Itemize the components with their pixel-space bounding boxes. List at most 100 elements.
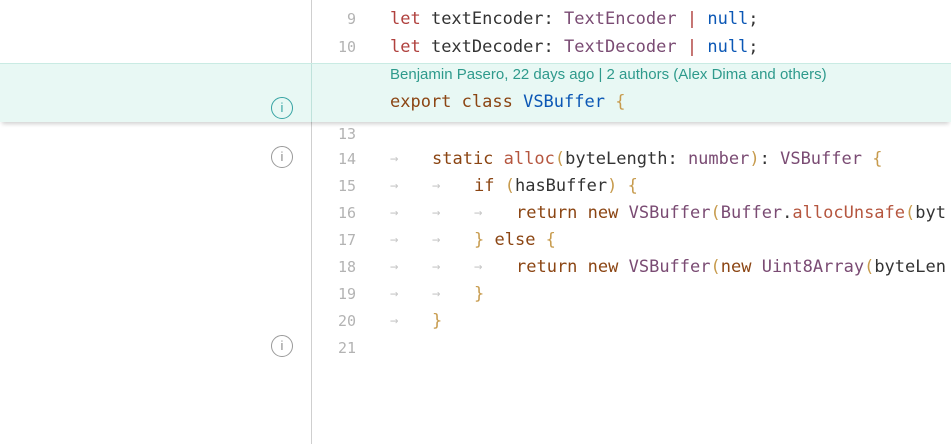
code-text: return new VSBuffer(new Uint8Array(byteL… xyxy=(516,254,946,281)
code-token: VSBuffer xyxy=(780,149,862,169)
code-token: byteLength xyxy=(565,149,668,169)
code-token: . xyxy=(782,203,793,223)
code-line[interactable]: 14 → static alloc(byteLength: number): VSB… xyxy=(0,146,951,173)
indent-arrow-icon: → xyxy=(432,286,441,302)
line-number: 13 xyxy=(337,125,356,143)
code-token: ) xyxy=(749,149,760,169)
code-token: : xyxy=(543,37,565,57)
code-text: let textEncoder: TextEncoder | null; xyxy=(390,6,759,33)
indent-arrow-icon: → xyxy=(390,151,399,167)
code-token: null xyxy=(707,37,749,57)
code-token: VSBuffer xyxy=(628,257,711,277)
code-token: } xyxy=(474,230,495,250)
code-token: } xyxy=(432,311,443,331)
line-number: 17 xyxy=(337,231,356,249)
code-token: ; xyxy=(748,9,759,29)
code-token: let xyxy=(390,37,431,57)
git-blame-annotation[interactable]: Benjamin Pasero, 22 days ago | 2 authors… xyxy=(390,66,827,83)
code-token: ) { xyxy=(607,176,638,196)
code-token: { xyxy=(861,149,883,169)
code-line[interactable]: 18 → → → return new VSBuffer(new Uint8Array(… xyxy=(0,254,951,281)
line-number: 14 xyxy=(337,150,356,168)
code-token: return xyxy=(516,203,588,223)
indent-arrow-icon: → xyxy=(474,259,483,275)
code-token: ( xyxy=(710,203,721,223)
indent-arrow-icon: → xyxy=(390,205,399,221)
indent-arrow-icon: → xyxy=(390,259,399,275)
line-number: 20 xyxy=(337,312,356,330)
code-token: alloc xyxy=(503,149,555,169)
line-number: 10 xyxy=(337,38,356,56)
code-token: ( xyxy=(864,257,875,277)
code-line[interactable]: 19 → →} xyxy=(0,281,951,308)
code-editor[interactable]: 9 let textEncoder: TextEncoder | null; 10 l… xyxy=(0,0,951,444)
code-token: byteLen xyxy=(874,257,946,277)
code-token: TextEncoder xyxy=(564,9,677,29)
code-token: } xyxy=(474,284,485,304)
sticky-scroll-header[interactable]: Benjamin Pasero, 22 days ago | 2 authors… xyxy=(0,63,951,122)
line-number: 19 xyxy=(337,285,356,303)
indent-arrow-icon: → xyxy=(474,205,483,221)
indent-arrow-icon: → xyxy=(432,178,441,194)
code-token: if xyxy=(474,176,505,196)
indent-arrow-icon: → xyxy=(390,286,399,302)
info-icon[interactable]: i xyxy=(271,146,293,168)
code-token: { xyxy=(604,92,626,112)
code-token: number xyxy=(687,149,750,169)
code-token: { xyxy=(545,230,556,250)
indent-arrow-icon: → xyxy=(432,205,441,221)
indent-arrow-icon: → xyxy=(390,178,399,194)
code-line[interactable]: 9 let textEncoder: TextEncoder | null; xyxy=(0,6,951,33)
code-text: } xyxy=(432,308,442,335)
line-number: 18 xyxy=(337,258,356,276)
code-token: ( xyxy=(504,176,515,196)
line-number: 15 xyxy=(337,177,356,195)
code-token: else xyxy=(494,230,546,250)
code-line[interactable]: 17 → →} else { xyxy=(0,227,951,254)
code-token: allocUnsafe xyxy=(792,203,906,223)
code-token: textEncoder xyxy=(430,9,544,29)
code-text: } else { xyxy=(474,227,556,254)
code-line[interactable]: 16 → → → return new VSBuffer(Buffer.allocUns… xyxy=(0,200,951,227)
code-token: let xyxy=(390,9,431,29)
code-token: class xyxy=(461,92,524,112)
code-token: ( xyxy=(905,203,916,223)
code-token: hasBuffer xyxy=(514,176,608,196)
code-token: Uint8Array xyxy=(761,257,865,277)
code-line[interactable]: 20 →} xyxy=(0,308,951,335)
code-token: : xyxy=(543,9,565,29)
line-number: 21 xyxy=(337,339,356,357)
code-token: ( xyxy=(710,257,721,277)
code-line[interactable]: 21 xyxy=(0,335,951,362)
code-token: ; xyxy=(748,37,759,57)
code-token: Buffer xyxy=(720,203,783,223)
code-token: : xyxy=(667,149,688,169)
indent-arrow-icon: → xyxy=(432,232,441,248)
code-line[interactable]: 10 let textDecoder: TextDecoder | null; xyxy=(0,34,951,61)
sticky-code-line: export class VSBuffer { xyxy=(390,92,625,112)
code-line[interactable]: 13 xyxy=(0,121,951,148)
code-line[interactable]: 15 → → if (hasBuffer) { xyxy=(0,173,951,200)
code-text: } xyxy=(474,281,484,308)
code-token: new xyxy=(587,203,629,223)
gutter-divider xyxy=(311,64,312,122)
code-token: VSBuffer xyxy=(628,203,711,223)
code-token: static xyxy=(432,149,504,169)
code-token: TextDecoder xyxy=(564,37,677,57)
line-number: 16 xyxy=(337,204,356,222)
code-token: textDecoder xyxy=(430,37,544,57)
line-number: 9 xyxy=(346,10,356,28)
code-token: ( xyxy=(554,149,566,169)
code-text: return new VSBuffer(Buffer.allocUnsafe(b… xyxy=(516,200,946,227)
code-token: new xyxy=(720,257,762,277)
code-token: | xyxy=(676,9,708,29)
code-token: | xyxy=(676,37,708,57)
code-text: static alloc(byteLength: number): VSBuff… xyxy=(432,146,882,173)
info-icon[interactable]: i xyxy=(271,335,293,357)
code-text: if (hasBuffer) { xyxy=(474,173,638,200)
info-icon[interactable]: i xyxy=(271,97,293,119)
code-token: return xyxy=(516,257,588,277)
indent-arrow-icon: → xyxy=(390,313,399,329)
code-token: new xyxy=(587,257,629,277)
code-text: let textDecoder: TextDecoder | null; xyxy=(390,34,759,61)
